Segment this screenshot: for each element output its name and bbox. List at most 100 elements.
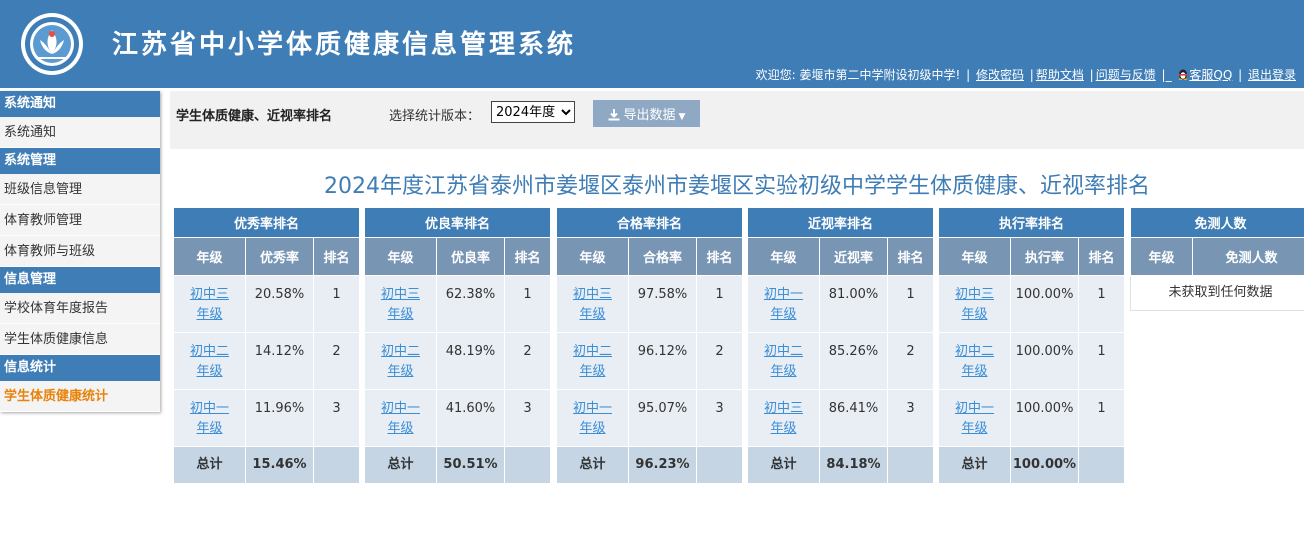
column-header: 排名: [886, 237, 935, 276]
value-cell: 96.12%: [628, 332, 697, 390]
sidebar-item-notice[interactable]: 系统通知: [0, 117, 160, 148]
report-title: 2024年度江苏省泰州市姜堰区泰州市姜堰区实验初级中学学生体质健康、近视率排名: [324, 174, 1150, 199]
sidebar-item-class-info[interactable]: 班级信息管理: [0, 174, 160, 205]
rank-cell: 1: [1077, 332, 1126, 390]
grade-cell: 初中一 年级: [747, 275, 820, 333]
sidebar-group-system[interactable]: 系统管理: [0, 148, 160, 174]
column-header: 年级: [556, 237, 629, 276]
table-title: 近视率排名: [746, 207, 935, 238]
export-label: 导出数据: [623, 108, 676, 123]
grade-cell: 初中二 年级: [173, 332, 246, 390]
caret-down-icon: ▼: [678, 112, 686, 122]
column-header: 合格率: [628, 237, 697, 276]
total-value: 50.51%: [436, 446, 505, 484]
change-password-link[interactable]: 修改密码: [976, 68, 1024, 82]
rank-cell: 1: [886, 275, 935, 333]
logout-link[interactable]: 退出登录: [1248, 68, 1296, 82]
table-row: 初中二 年级 100.00% 1: [938, 332, 1126, 390]
myopia-rank-table: 近视率排名 年级 近视率 排名 初中一 年级 81.00% 1 初中二 年级 85.26% 2 初中三年…: [746, 207, 935, 484]
version-label: 选择统计版本：: [389, 109, 481, 124]
grade-cell: 初中二 年级: [747, 332, 820, 390]
sidebar-item-teacher-class[interactable]: 体育教师与班级: [0, 236, 160, 267]
column-header: 优良率: [436, 237, 505, 276]
table-row: 初中二 年级 85.26% 2: [747, 332, 935, 390]
exempt-table: 免测人数 年级 免测人数 未获取到任何数据: [1129, 207, 1304, 311]
column-header: 年级: [173, 237, 246, 276]
sidebar-item-student-health[interactable]: 学生体质健康信息: [0, 324, 160, 355]
sidebar-item-pe-teachers[interactable]: 体育教师管理: [0, 205, 160, 236]
grade-link[interactable]: 初中二 年级: [573, 344, 612, 379]
version-select[interactable]: 2024年度: [491, 101, 575, 123]
pass-rank-table: 合格率排名 年级 合格率 排名 初中三 年级 97.58% 1 初中二 年级 96.12% 2 初中一年…: [555, 207, 744, 484]
rank-cell: 1: [503, 275, 552, 333]
table-row: 初中二 年级 48.19% 2: [364, 332, 552, 390]
grade-cell: 初中三 年级: [938, 275, 1011, 333]
value-cell: 100.00%: [1010, 332, 1079, 390]
value-cell: 95.07%: [628, 389, 697, 447]
rank-cell: 2: [886, 332, 935, 390]
sidebar-item-health-stats[interactable]: 学生体质健康统计: [0, 381, 160, 412]
empty-message: 未获取到任何数据: [1129, 275, 1304, 311]
total-label: 总计: [747, 446, 820, 484]
grade-cell: 初中一 年级: [938, 389, 1011, 447]
value-cell: 97.58%: [628, 275, 697, 333]
table-row: 初中一 年级 100.00% 1: [938, 389, 1126, 447]
grade-cell: 初中三 年级: [173, 275, 246, 333]
column-header: 执行率: [1010, 237, 1079, 276]
total-label: 总计: [173, 446, 246, 484]
rank-cell: 3: [312, 389, 361, 447]
column-header: 优秀率: [245, 237, 314, 276]
total-value: 100.00%: [1010, 446, 1079, 484]
value-cell: 100.00%: [1010, 389, 1079, 447]
toolbar: 学生体质健康、近视率排名 选择统计版本： 2024年度 导出数据 ▼: [170, 91, 1304, 149]
execution-rank-table: 执行率排名 年级 执行率 排名 初中三 年级 100.00% 1 初中二 年级 100.00% 1 初中…: [937, 207, 1126, 484]
grade-link[interactable]: 初中二 年级: [190, 344, 229, 379]
total-row: 总计 50.51%: [364, 446, 552, 484]
value-cell: 81.00%: [819, 275, 888, 333]
grade-link[interactable]: 初中三 年级: [573, 287, 612, 322]
help-docs-link[interactable]: 帮助文档: [1036, 68, 1084, 82]
grade-link[interactable]: 初中二 年级: [955, 344, 994, 379]
sidebar-group-notice[interactable]: 系统通知: [0, 91, 160, 117]
grade-link[interactable]: 初中二 年级: [381, 344, 420, 379]
sidebar-group-info[interactable]: 信息管理: [0, 267, 160, 293]
grade-link[interactable]: 初中一 年级: [955, 401, 994, 436]
table-row: 初中三 年级 62.38% 1: [364, 275, 552, 333]
sidebar-item-annual-report[interactable]: 学校体育年度报告: [0, 293, 160, 324]
table-title: 优秀率排名: [172, 207, 361, 238]
sidebar-group-stats[interactable]: 信息统计: [0, 355, 160, 381]
grade-link[interactable]: 初中三 年级: [955, 287, 994, 322]
grade-cell: 初中三 年级: [556, 275, 629, 333]
total-value: 84.18%: [819, 446, 888, 484]
value-cell: 62.38%: [436, 275, 505, 333]
grade-link[interactable]: 初中一 年级: [381, 401, 420, 436]
grade-link[interactable]: 初中三 年级: [190, 287, 229, 322]
exempt-table-title: 免测人数: [1129, 207, 1304, 238]
grade-link[interactable]: 初中一 年级: [190, 401, 229, 436]
total-rank-empty: [1077, 446, 1126, 484]
total-row: 总计 15.46%: [173, 446, 361, 484]
column-header-grade: 年级: [1130, 237, 1193, 276]
rank-cell: 1: [695, 275, 744, 333]
table-row: 初中二 年级 14.12% 2: [173, 332, 361, 390]
export-button[interactable]: 导出数据 ▼: [593, 100, 700, 127]
grade-cell: 初中一 年级: [364, 389, 437, 447]
grade-link[interactable]: 初中一 年级: [764, 287, 803, 322]
rank-cell: 2: [312, 332, 361, 390]
qq-link[interactable]: 客服QQ: [1189, 68, 1232, 82]
rank-cell: 1: [312, 275, 361, 333]
welcome-text: 欢迎您: 姜堰市第二中学附设初级中学!: [755, 68, 961, 82]
total-value: 15.46%: [245, 446, 314, 484]
qq-penguin-icon[interactable]: [1177, 68, 1189, 80]
grade-link[interactable]: 初中三 年级: [764, 401, 803, 436]
feedback-link[interactable]: 问题与反馈: [1096, 68, 1156, 82]
page-title: 学生体质健康、近视率排名: [176, 109, 333, 124]
excellent-rank-table: 优秀率排名 年级 优秀率 排名 初中三 年级 20.58% 1 初中二 年级 14.12% 2 初中一年…: [172, 207, 361, 484]
grade-link[interactable]: 初中二 年级: [764, 344, 803, 379]
sidebar: 系统通知 系统通知 系统管理 班级信息管理 体育教师管理 体育教师与班级 信息管…: [0, 91, 160, 412]
value-cell: 85.26%: [819, 332, 888, 390]
total-label: 总计: [364, 446, 437, 484]
value-cell: 86.41%: [819, 389, 888, 447]
grade-link[interactable]: 初中三 年级: [381, 287, 420, 322]
grade-link[interactable]: 初中一 年级: [573, 401, 612, 436]
